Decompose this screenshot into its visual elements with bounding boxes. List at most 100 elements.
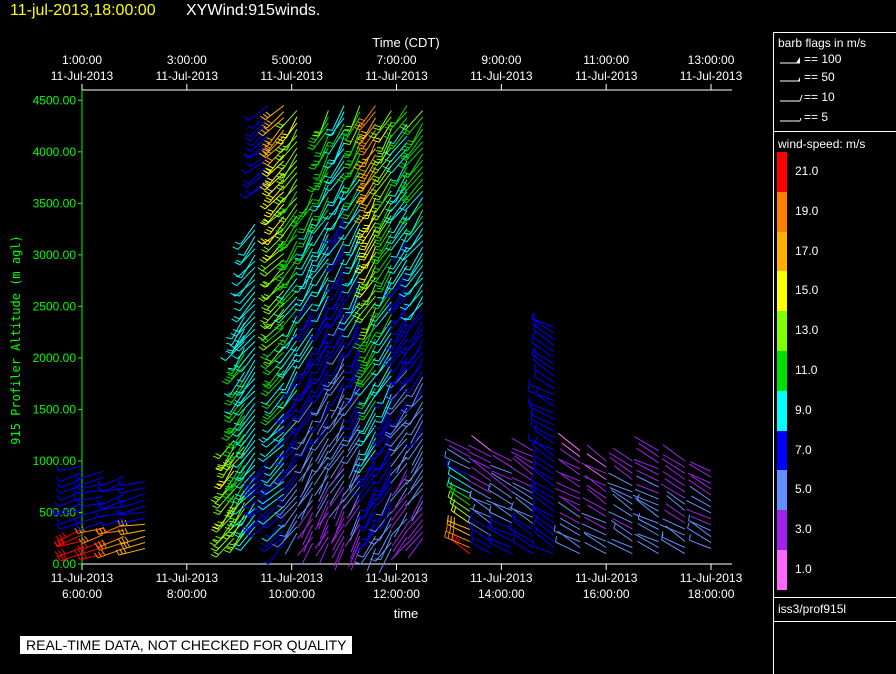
wind-barb-staff: [410, 321, 424, 342]
barb-flag-10-label: == 10: [804, 90, 835, 104]
wind-barb-staff: [297, 315, 314, 339]
wind-barb-feather: [533, 449, 536, 456]
wind-barb-feather: [260, 392, 267, 397]
wind-barb-feather: [403, 145, 410, 149]
wind-barb-feather: [263, 304, 270, 308]
wind-barb-feather: [343, 244, 350, 247]
top-tick-label: 1:00:00: [62, 53, 102, 67]
colorbar-label: 19.0: [795, 203, 819, 218]
wind-barb-feather: [273, 349, 280, 354]
wind-barb-staff: [252, 460, 269, 480]
wind-barb-feather: [294, 410, 301, 413]
barb-flag-50-icon: [780, 76, 800, 82]
wind-barb-feather: [258, 346, 264, 351]
qc-warning-banner: REAL-TIME DATA, NOT CHECKED FOR QUALITY: [20, 636, 353, 654]
wind-barb-staff: [637, 523, 659, 536]
wind-barb-staff: [319, 159, 329, 184]
speed-legend-title: wind-speed: m/s: [778, 137, 866, 151]
wind-barb-staff: [662, 444, 686, 462]
wind-barb-feather: [261, 306, 268, 311]
colorbar-label: 11.0: [795, 363, 818, 377]
barb-flag-5: == 5: [778, 110, 828, 124]
wind-barb-staff: [283, 178, 298, 203]
wind-barb-feather: [342, 155, 349, 159]
wind-barb-feather: [224, 378, 231, 383]
wind-barb-staff: [530, 413, 555, 426]
wind-barb-feather: [293, 339, 300, 343]
wind-barb-feather: [261, 443, 267, 448]
wind-barb-feather: [226, 399, 233, 403]
wind-barb-feather: [260, 264, 266, 269]
wind-barb-staff: [334, 548, 345, 571]
wind-barb-feather: [346, 160, 353, 162]
wind-barb-feather: [359, 193, 367, 197]
wind-barb-feather: [234, 241, 241, 245]
top-tick-label: 11:00:00: [583, 53, 629, 67]
wind-barb-staff: [559, 523, 581, 536]
wind-barb-staff: [240, 223, 256, 245]
y-tick-label: 2000.00: [33, 351, 77, 365]
wind-barb-feather: [298, 228, 305, 231]
wind-barb-staff: [561, 442, 581, 458]
wind-barb-feather: [213, 551, 220, 556]
wind-barb-feather: [314, 173, 321, 176]
wind-barb-feather: [296, 394, 303, 396]
wind-barb-feather: [311, 395, 319, 398]
wind-barb-feather: [361, 230, 368, 233]
wind-barb-feather: [453, 517, 455, 524]
wind-barb-feather: [280, 136, 287, 139]
wind-barb-feather: [277, 275, 284, 279]
wind-barb-feather: [360, 287, 367, 289]
wind-barb-feather: [214, 495, 221, 499]
wind-barb-feather: [342, 439, 349, 442]
wind-barb-feather: [234, 531, 241, 535]
wind-barb-feather: [55, 476, 61, 483]
wind-barb-staff: [269, 518, 285, 538]
wind-barb-feather: [231, 318, 237, 323]
wind-barb-feather: [294, 454, 301, 458]
wind-barb-feather: [261, 248, 267, 253]
wind-barb-feather: [264, 122, 270, 127]
wind-barb-staff: [608, 472, 633, 487]
wind-barb-feather: [83, 542, 88, 548]
wind-barb-feather: [343, 175, 350, 178]
wind-barb-feather: [359, 133, 366, 137]
wind-barb-feather: [328, 159, 335, 162]
wind-barb-staff: [468, 451, 492, 464]
wind-barb-staff: [509, 528, 534, 543]
wind-barb-staff: [262, 228, 285, 245]
wind-barb-feather: [273, 201, 280, 205]
wind-barb-feather: [294, 453, 302, 456]
wind-barb-feather: [277, 505, 284, 509]
wind-barb-feather: [374, 433, 381, 436]
wind-barb-feather: [359, 278, 366, 281]
wind-barb-feather: [508, 522, 512, 529]
wind-barb-feather: [534, 370, 537, 377]
wind-barb-feather: [389, 200, 396, 203]
wind-barb-feather: [239, 193, 246, 199]
wind-barb-feather: [344, 436, 351, 438]
wind-barb-feather: [309, 144, 316, 148]
wind-barb-feather: [312, 218, 319, 221]
bottom-tick-date: 11-Jul-2013: [260, 571, 323, 585]
wind-barb-feather: [326, 403, 333, 406]
wind-barb-feather: [324, 175, 331, 179]
wind-barb-feather: [375, 513, 382, 516]
wind-barb-staff: [691, 495, 712, 508]
wind-barb-feather: [261, 429, 268, 433]
colorbar-segment: [777, 390, 787, 431]
colorbar-segment: [777, 351, 787, 391]
bottom-tick-label: 12:00:00: [373, 587, 420, 601]
wind-barb-feather: [388, 194, 396, 197]
wind-barb-feather: [328, 346, 335, 348]
wind-barb-feather: [343, 152, 351, 156]
wind-barb-feather: [297, 231, 304, 234]
wind-barb-feather: [328, 280, 335, 283]
wind-barb-staff: [376, 295, 392, 318]
wind-barb-staff: [333, 142, 345, 165]
wind-barb-feather: [512, 511, 516, 519]
wind-barb-feather: [313, 348, 320, 350]
wind-barb-feather: [532, 331, 536, 338]
data-source-label: iss3/prof915l: [778, 602, 847, 616]
barb-flag-100-label: == 100: [804, 52, 842, 66]
